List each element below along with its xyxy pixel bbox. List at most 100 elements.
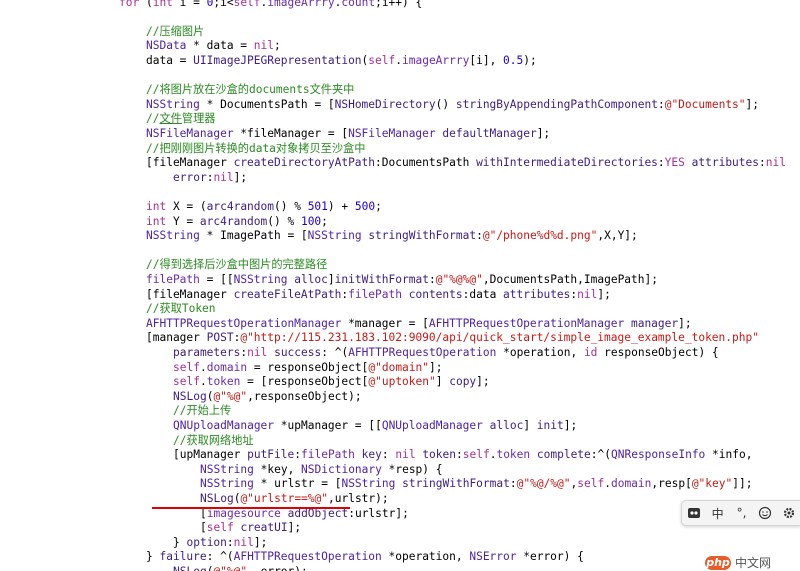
code-token: [fileManager	[146, 287, 234, 301]
code-token: //获取网络地址	[173, 433, 254, 447]
code-token: filePath	[348, 287, 402, 301]
code-token: :	[476, 229, 483, 243]
code-token: i =	[172, 0, 207, 9]
code-token: AFHTTPRequestOperation	[348, 345, 497, 359]
code-token: = [responseObject[	[240, 375, 369, 389]
ime-mode-chinese[interactable]: 中	[709, 504, 727, 522]
code-token: token	[422, 448, 456, 462]
code-token[interactable]: 文件	[159, 112, 181, 125]
code-token: ];	[476, 375, 490, 389]
code-token: [fileManager	[146, 156, 234, 170]
code-token: : ^(	[321, 345, 349, 359]
code-token: :	[428, 272, 436, 286]
code-token: *fileManager = [	[233, 126, 349, 140]
watermark-text: 中文网	[735, 556, 772, 570]
code-token: initWithFormat	[334, 272, 429, 286]
code-token: nil	[577, 287, 598, 301]
code-token: @"uptoken"	[368, 375, 436, 389]
watermark: php 中文网	[705, 554, 800, 571]
code-token: [upManager	[173, 448, 248, 462]
code-line: } failure: ^(AFHTTPRequestOperation *ope…	[146, 550, 584, 565]
code-token: QNUploadManager	[381, 418, 483, 432]
code-token: //把刚刚图片转换的data对象拷贝至沙盒中	[146, 141, 366, 155]
code-line: //获取Token	[146, 302, 216, 317]
code-token: NSString	[146, 229, 200, 243]
code-token: alloc	[294, 272, 328, 286]
code-token: NSString	[341, 477, 396, 491]
code-token: 501	[307, 199, 328, 213]
code-line: } option:nil];	[173, 536, 267, 551]
code-line: NSLog(@"%@",responseObject);	[173, 390, 362, 405]
code-line: NSData * data = nil;	[146, 39, 281, 54]
code-token: self	[577, 477, 605, 491]
code-token: data =	[146, 53, 194, 67]
code-token: int	[146, 214, 167, 228]
code-token: nil	[233, 535, 254, 549]
code-token: .	[199, 360, 207, 374]
code-token: @"%@"	[213, 565, 247, 571]
code-line: parameters:nil success: ^(AFHTTPRequestO…	[173, 346, 719, 361]
code-token: arc4random	[206, 199, 274, 213]
ime-settings-icon[interactable]	[780, 504, 798, 522]
code-token: token	[206, 375, 241, 389]
code-token: *info,	[705, 448, 753, 462]
code-token: 100	[300, 214, 322, 228]
code-token: stringByAppendingPathComponent	[455, 97, 658, 111]
code-token: ];	[678, 316, 692, 330]
code-token: ()	[435, 97, 456, 111]
code-token: * data =	[186, 39, 254, 53]
code-token: success	[274, 345, 322, 359]
code-token: :	[294, 448, 301, 462]
code-token: stringWithFormat	[402, 477, 510, 491]
code-line: //将图片放在沙盒的documents文件夹中	[146, 83, 354, 98]
code-line: AFHTTPRequestOperationManager *manager =…	[146, 317, 692, 332]
code-token: AFHTTPRequestOperationManager	[428, 316, 625, 330]
code-token: :DocumentsPath	[375, 156, 477, 170]
code-token: init	[536, 418, 564, 432]
code-token: NSString	[146, 97, 200, 111]
ime-logo-icon[interactable]	[685, 504, 703, 522]
code-token: nil	[247, 345, 268, 359]
code-token: nil	[213, 170, 234, 184]
code-token: createFileAtPath	[233, 287, 342, 301]
code-token: token	[496, 448, 531, 462]
code-token: ]	[523, 418, 537, 432]
code-token: self	[368, 53, 396, 67]
code-line: QNUploadManager *upManager = [[QNUploadM…	[173, 419, 577, 434]
code-token: @"http://115.231.183.102:9090/api/quick_…	[240, 331, 759, 345]
watermark-logo: php	[705, 555, 731, 570]
code-token: ]	[327, 272, 335, 286]
code-token: createDirectoryAtPath	[233, 156, 376, 170]
code-token: ]];	[732, 477, 753, 491]
code-token: @"/phone%d%d.png"	[482, 229, 598, 243]
code-line: data = UIImageJPEGRepresentation(self.im…	[146, 54, 537, 69]
code-line: NSFileManager *fileManager = [NSFileMana…	[146, 127, 550, 142]
code-token: @"Documents"	[664, 97, 746, 111]
code-token: ;	[274, 39, 281, 53]
code-editor[interactable]: for (int i = 0;i<self.imageArrry.count;i…	[0, 0, 800, 571]
code-token: for	[119, 0, 140, 9]
code-token: @"%@%@"	[435, 272, 483, 286]
code-token: *operation,	[496, 345, 584, 359]
code-token: ;i++) {	[375, 0, 423, 9]
code-token: ;i<	[213, 0, 234, 9]
code-token: QNResponseInfo	[611, 448, 706, 462]
code-token: .	[395, 53, 402, 67]
code-token: arc4random	[199, 214, 268, 228]
code-token: ,responseObject);	[247, 389, 362, 403]
ime-punctuation-toggle[interactable]: °,	[732, 504, 750, 522]
code-line: error:nil];	[173, 171, 247, 186]
code-token: 500	[354, 199, 376, 213]
ime-emoji-icon[interactable]	[756, 504, 774, 522]
code-line: [self creatUI];	[200, 521, 301, 536]
code-token: NSError	[469, 550, 517, 564]
code-line: for (int i = 0;i<self.imageArrry.count;i…	[119, 0, 422, 10]
code-token: , error);	[247, 565, 308, 571]
code-line: //获取网络地址	[173, 434, 254, 449]
code-token: imageArrry	[402, 53, 470, 67]
code-token: ) +	[327, 199, 355, 213]
code-line: [fileManager createFileAtPath:filePath c…	[146, 288, 611, 303]
code-token: //开始上传	[173, 404, 232, 418]
code-token: ];	[563, 418, 578, 432]
